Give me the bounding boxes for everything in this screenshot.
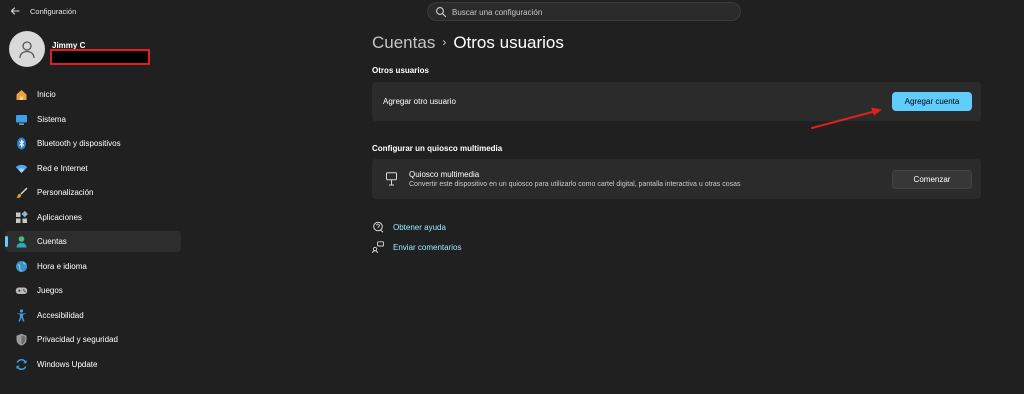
feedback-link[interactable]: Enviar comentarios bbox=[393, 243, 461, 252]
sidebar-item-accesibilidad[interactable]: Accesibilidad bbox=[5, 305, 181, 326]
start-kiosk-button[interactable]: Comenzar bbox=[892, 170, 972, 189]
wifi-icon bbox=[15, 164, 28, 173]
search-input[interactable] bbox=[452, 5, 732, 19]
feedback-icon bbox=[372, 241, 384, 253]
sidebar-item-label: Personalización bbox=[37, 188, 94, 197]
sidebar-item-label: Sistema bbox=[37, 114, 66, 124]
search-box[interactable] bbox=[427, 2, 741, 21]
user-icon bbox=[19, 41, 35, 59]
kiosk-card: Quiosco multimedia Convertir este dispos… bbox=[372, 159, 981, 199]
sidebar-item-label: Inicio bbox=[37, 90, 56, 99]
help-link-row[interactable]: Obtener ayuda bbox=[372, 221, 446, 233]
brush-icon bbox=[16, 187, 28, 198]
sidebar-item-label: Bluetooth y dispositivos bbox=[37, 139, 121, 148]
sidebar-item-privacidad[interactable]: Privacidad y seguridad bbox=[5, 329, 181, 350]
gamepad-icon bbox=[15, 287, 28, 294]
redacted-email-box bbox=[50, 49, 150, 65]
sidebar-nav: Inicio Sistema Bluetooth y dispositivos … bbox=[5, 84, 181, 378]
monitor-icon bbox=[16, 114, 27, 125]
back-arrow-icon[interactable] bbox=[8, 4, 22, 18]
breadcrumb-separator: › bbox=[442, 35, 447, 49]
accessibility-icon bbox=[16, 308, 27, 321]
sidebar-item-hora[interactable]: Hora e idioma bbox=[5, 256, 181, 277]
bluetooth-icon bbox=[17, 137, 26, 150]
page-title: Otros usuarios bbox=[453, 33, 564, 52]
globe-icon bbox=[16, 260, 27, 272]
sidebar-item-label: Red e Internet bbox=[37, 163, 88, 173]
help-icon bbox=[373, 221, 384, 233]
kiosk-description: Convertir este dispositivo en un quiosco… bbox=[409, 181, 741, 188]
sidebar-item-label: Juegos bbox=[37, 286, 63, 295]
apps-icon bbox=[16, 210, 28, 223]
sidebar-item-label: Aplicaciones bbox=[37, 212, 82, 222]
breadcrumb: Cuentas › Otros usuarios bbox=[372, 33, 564, 53]
sidebar-item-label: Accesibilidad bbox=[37, 310, 84, 320]
sidebar-item-sistema[interactable]: Sistema bbox=[5, 109, 181, 130]
sidebar-item-label: Privacidad y seguridad bbox=[37, 335, 118, 344]
sidebar-item-label: Windows Update bbox=[37, 359, 98, 369]
section-title-kiosk: Configurar un quiosco multimedia bbox=[372, 144, 503, 153]
kiosk-label: Quiosco multimedia bbox=[409, 170, 480, 179]
sidebar-item-juegos[interactable]: Juegos bbox=[5, 280, 181, 301]
feedback-link-row[interactable]: Enviar comentarios bbox=[372, 241, 461, 253]
breadcrumb-parent[interactable]: Cuentas bbox=[372, 33, 435, 52]
sidebar-item-cuentas[interactable]: Cuentas bbox=[5, 231, 181, 252]
sidebar-item-inicio[interactable]: Inicio bbox=[5, 84, 181, 105]
annotation-arrow bbox=[811, 107, 882, 129]
section-title-other-users: Otros usuarios bbox=[372, 66, 429, 75]
add-account-button[interactable]: Agregar cuenta bbox=[892, 92, 972, 111]
app-title: Configuración bbox=[30, 7, 77, 16]
kiosk-icon bbox=[386, 172, 397, 186]
sidebar-item-aplicaciones[interactable]: Aplicaciones bbox=[5, 207, 181, 228]
sidebar-item-label: Cuentas bbox=[37, 237, 67, 246]
help-link[interactable]: Obtener ayuda bbox=[393, 223, 446, 232]
sidebar-item-red[interactable]: Red e Internet bbox=[5, 158, 181, 179]
add-user-label: Agregar otro usuario bbox=[383, 97, 456, 106]
sidebar-item-windows-update[interactable]: Windows Update bbox=[5, 354, 181, 375]
sidebar-item-label: Hora e idioma bbox=[37, 261, 87, 271]
search-icon bbox=[436, 7, 447, 18]
home-icon bbox=[16, 90, 27, 100]
update-icon bbox=[16, 358, 27, 370]
sidebar-item-bluetooth[interactable]: Bluetooth y dispositivos bbox=[5, 133, 181, 154]
shield-icon bbox=[16, 333, 27, 346]
avatar[interactable] bbox=[9, 31, 45, 67]
add-user-card: Agregar otro usuario bbox=[372, 82, 981, 121]
sidebar-item-personalizacion[interactable]: Personalización bbox=[5, 182, 181, 203]
account-icon bbox=[16, 236, 27, 248]
